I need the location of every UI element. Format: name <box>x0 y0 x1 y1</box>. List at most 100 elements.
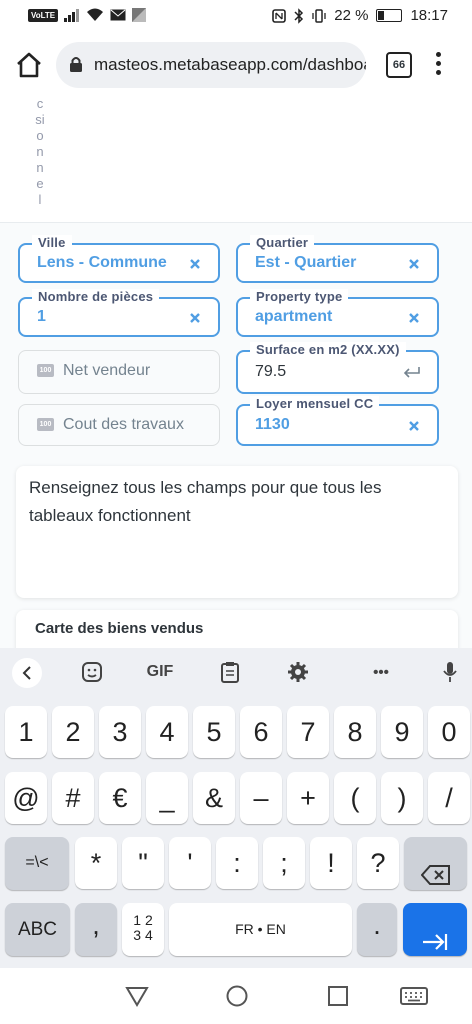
more-options-icon[interactable]: ••• <box>363 658 399 686</box>
symbol-key[interactable]: € <box>99 772 141 824</box>
symbol-key[interactable]: ? <box>357 837 399 889</box>
symbol-key[interactable]: ; <box>263 837 305 889</box>
tab-arrow-icon <box>423 934 448 950</box>
filter-quartier[interactable]: Quartier Est - Quartier <box>236 235 439 283</box>
symbol-key[interactable]: + <box>287 772 329 824</box>
clear-pieces-icon[interactable] <box>189 312 201 324</box>
soft-keyboard: GIF ••• 1 2 3 4 5 6 7 8 9 0 @ # € _ & – +() / * " ':;!? ABC … <box>0 648 472 968</box>
info-text: Renseignez tous les champs pour que tous… <box>29 478 382 525</box>
gif-button[interactable]: GIF <box>140 658 180 686</box>
symbol-key[interactable]: * <box>75 837 117 889</box>
filter-travaux[interactable]: 100 Cout des travaux <box>18 404 220 446</box>
filter-ville-label: Ville <box>32 235 72 250</box>
symbol-key[interactable]: / <box>428 772 470 824</box>
vertical-char: c <box>36 96 44 111</box>
bluetooth-icon <box>294 7 304 24</box>
filter-property-type-value: apartment <box>255 308 333 325</box>
symbol-key[interactable]: ! <box>310 837 352 889</box>
symbol-key[interactable]: # <box>52 772 94 824</box>
symbol-key[interactable]: – <box>240 772 282 824</box>
back-triangle-icon[interactable] <box>124 984 150 1008</box>
filter-ville[interactable]: Ville Lens - Commune <box>18 235 220 283</box>
vertical-char: n <box>36 144 44 159</box>
symbol-key[interactable]: ' <box>169 837 211 889</box>
lock-icon <box>70 57 82 72</box>
comma-key[interactable]: , <box>75 903 117 956</box>
mail-icon <box>110 9 126 21</box>
vibrate-icon <box>312 8 326 23</box>
digit-key[interactable]: 4 <box>146 706 188 758</box>
symbol-key[interactable]: @ <box>5 772 47 824</box>
digit-key[interactable]: 2 <box>52 706 94 758</box>
symbol-key[interactable]: " <box>122 837 164 889</box>
digit-key[interactable]: 0 <box>428 706 470 758</box>
symbol-key[interactable]: _ <box>146 772 188 824</box>
url-field[interactable]: masteos.metabaseapp.com/dashboard <box>56 42 366 88</box>
digit-key[interactable]: 7 <box>287 706 329 758</box>
filter-quartier-label: Quartier <box>250 235 315 250</box>
number-icon: 100 <box>37 364 54 377</box>
filter-loyer-value: 1130 <box>255 416 290 433</box>
filter-surface[interactable]: Surface en m2 (XX.XX) 79.5 <box>236 342 439 394</box>
filter-net-vendeur[interactable]: 100 Net vendeur <box>18 350 220 394</box>
next-field-key[interactable] <box>403 903 467 956</box>
tab-switcher-button[interactable]: 66 <box>386 52 412 78</box>
info-text-card: Renseignez tous les champs pour que tous… <box>16 466 458 598</box>
clear-quartier-icon[interactable] <box>408 258 420 270</box>
filter-pieces[interactable]: Nombre de pièces 1 <box>18 289 220 337</box>
system-nav-bar <box>0 968 472 1024</box>
collapse-toolbar-icon[interactable] <box>12 658 42 688</box>
dashboard: c si o n n e l Ville Lens - Commune Quartier E… <box>0 96 472 648</box>
keyboard-hide-icon[interactable] <box>400 984 428 1008</box>
browser-menu-icon[interactable] <box>434 52 442 78</box>
numpad-key[interactable]: 1 2 3 4 <box>122 903 164 956</box>
filter-property-type-label: Property type <box>250 289 349 304</box>
digit-key[interactable]: 3 <box>99 706 141 758</box>
browser-address-bar: masteos.metabaseapp.com/dashboard 66 <box>0 34 472 96</box>
digit-key[interactable]: 1 <box>5 706 47 758</box>
settings-gear-icon[interactable] <box>285 658 311 686</box>
enter-icon[interactable] <box>403 366 421 380</box>
digit-key[interactable]: 8 <box>334 706 376 758</box>
volte-indicator: VoLTE <box>28 8 59 22</box>
filter-property-type[interactable]: Property type apartment <box>236 289 439 337</box>
symbols-toggle-key[interactable]: =\< <box>5 837 69 890</box>
symbol-key[interactable]: & <box>193 772 235 824</box>
vertical-text-fragment: c si o n n e l <box>34 96 46 208</box>
period-key[interactable]: . <box>357 903 397 956</box>
filter-quartier-value: Est - Quartier <box>255 254 357 271</box>
filter-pieces-value: 1 <box>37 308 46 325</box>
filter-surface-value[interactable]: 79.5 <box>255 363 286 381</box>
symbol-key[interactable]: ) <box>381 772 423 824</box>
abc-key[interactable]: ABC <box>5 903 70 956</box>
signal-icon <box>64 9 80 22</box>
recents-square-icon[interactable] <box>325 984 351 1008</box>
numpad-key-bottom: 3 4 <box>133 927 153 943</box>
clipboard-icon[interactable] <box>217 658 243 686</box>
clear-ville-icon[interactable] <box>189 258 201 270</box>
sticker-icon[interactable] <box>78 658 106 686</box>
symbol-key[interactable]: ( <box>334 772 376 824</box>
nfc-icon <box>272 8 287 23</box>
backspace-key[interactable] <box>404 837 467 890</box>
vertical-char: o <box>36 128 44 143</box>
filter-loyer[interactable]: Loyer mensuel CC 1130 <box>236 396 439 446</box>
symbol-key[interactable]: : <box>216 837 258 889</box>
clear-loyer-icon[interactable] <box>408 420 420 432</box>
clear-property-type-icon[interactable] <box>408 312 420 324</box>
image-icon <box>132 8 147 22</box>
status-left: VoLTE <box>28 8 147 22</box>
home-icon[interactable] <box>14 50 44 80</box>
filter-net-vendeur-placeholder: Net vendeur <box>63 362 151 379</box>
numpad-key-top: 1 2 <box>133 912 153 928</box>
home-circle-icon[interactable] <box>224 984 250 1008</box>
digit-key[interactable]: 9 <box>381 706 423 758</box>
digit-key[interactable]: 6 <box>240 706 282 758</box>
microphone-icon[interactable] <box>440 658 460 686</box>
number-icon: 100 <box>37 418 54 431</box>
space-key[interactable]: FR • EN <box>169 903 352 956</box>
status-bar: VoLTE 22 % 18:17 <box>0 0 472 34</box>
digit-key[interactable]: 5 <box>193 706 235 758</box>
vertical-char: l <box>38 192 42 207</box>
vertical-char: e <box>36 176 44 191</box>
